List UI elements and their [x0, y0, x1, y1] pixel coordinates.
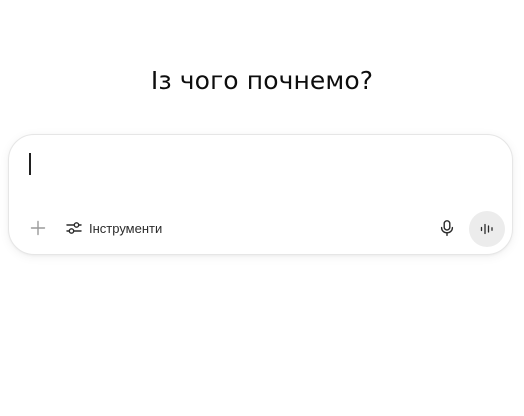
prompt-input[interactable]: [27, 151, 494, 181]
tools-button[interactable]: Інструменти: [61, 213, 170, 243]
sliders-icon: [65, 219, 83, 237]
plus-icon: [30, 220, 46, 236]
composer-toolbar: Інструменти: [9, 211, 512, 247]
microphone-icon: [438, 219, 456, 237]
prompt-composer: Інструменти: [8, 134, 513, 255]
voice-mode-button[interactable]: [469, 211, 505, 247]
add-attachment-button[interactable]: [23, 213, 53, 243]
tools-label: Інструменти: [89, 220, 163, 236]
text-caret: [29, 153, 31, 175]
page: Із чого почнемо? Інструменти: [0, 0, 524, 416]
voice-waveform-icon: [479, 221, 495, 237]
dictate-button[interactable]: [432, 213, 462, 243]
page-title: Із чого почнемо?: [150, 66, 374, 95]
